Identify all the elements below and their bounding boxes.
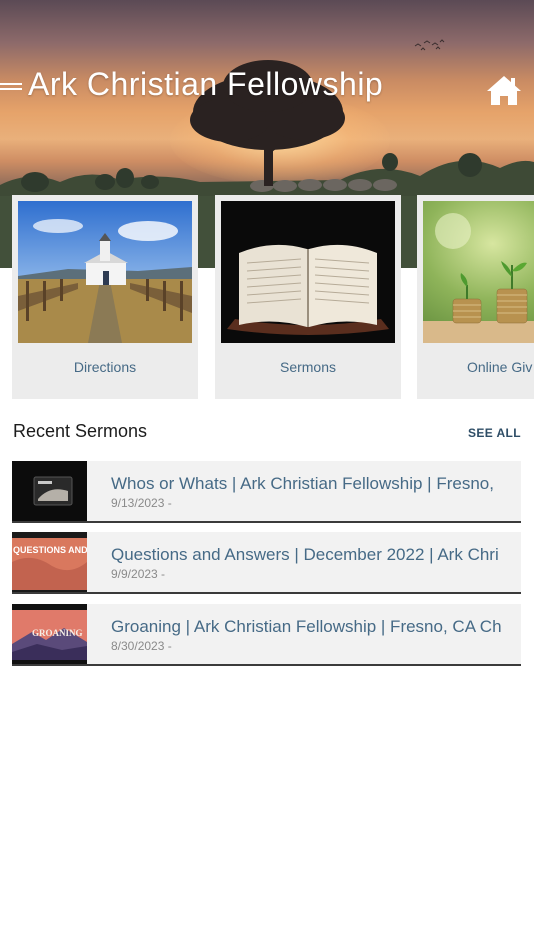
sermon-list-item[interactable]: GROANING Groaning | Ark Christian Fellow…: [12, 604, 521, 666]
recent-sermons-heading: Recent Sermons: [13, 421, 148, 441]
feature-card-carousel: Directions Sermons Online Giv: [0, 195, 534, 405]
sermon-thumbnail: GROANING: [12, 604, 87, 664]
card-label-online-giving: Online Giv: [467, 359, 533, 375]
sermon-date: 9/13/2023 -: [111, 496, 172, 510]
card-online-giving[interactable]: Online Giv: [417, 195, 534, 399]
home-icon[interactable]: [486, 74, 522, 106]
sermon-thumbnail: QUESTIONS AND ANS: [12, 532, 87, 592]
sermon-date: 9/9/2023 -: [111, 567, 166, 581]
sermon-title: Questions and Answers | December 2022 | …: [111, 545, 499, 564]
sermon-list-item[interactable]: Whos or Whats | Ark Christian Fellowship…: [12, 461, 521, 523]
card-label-sermons: Sermons: [279, 359, 337, 375]
open-bible-photo: [221, 201, 395, 343]
sermon-title: Whos or Whats | Ark Christian Fellowship…: [111, 474, 494, 493]
hamburger-menu-icon[interactable]: [0, 80, 22, 98]
see-all-link[interactable]: SEE ALL: [468, 426, 521, 440]
card-sermons[interactable]: Sermons: [215, 195, 401, 399]
country-church-photo: [18, 201, 192, 343]
sermon-date: 8/30/2023 -: [111, 639, 172, 653]
app-title: Ark Christian Fellowship: [28, 66, 384, 102]
sermon-thumb-text: QUESTIONS AND ANS: [13, 545, 87, 555]
sermon-thumbnail: [12, 461, 87, 521]
card-directions[interactable]: Directions: [12, 195, 198, 399]
card-label-directions: Directions: [73, 359, 137, 375]
sermon-list-item[interactable]: QUESTIONS AND ANS Questions and Answers …: [12, 532, 521, 594]
coins-plants-photo: [423, 201, 534, 343]
sermon-title: Groaning | Ark Christian Fellowship | Fr…: [111, 617, 502, 636]
sermon-thumb-text: GROANING: [32, 628, 83, 638]
